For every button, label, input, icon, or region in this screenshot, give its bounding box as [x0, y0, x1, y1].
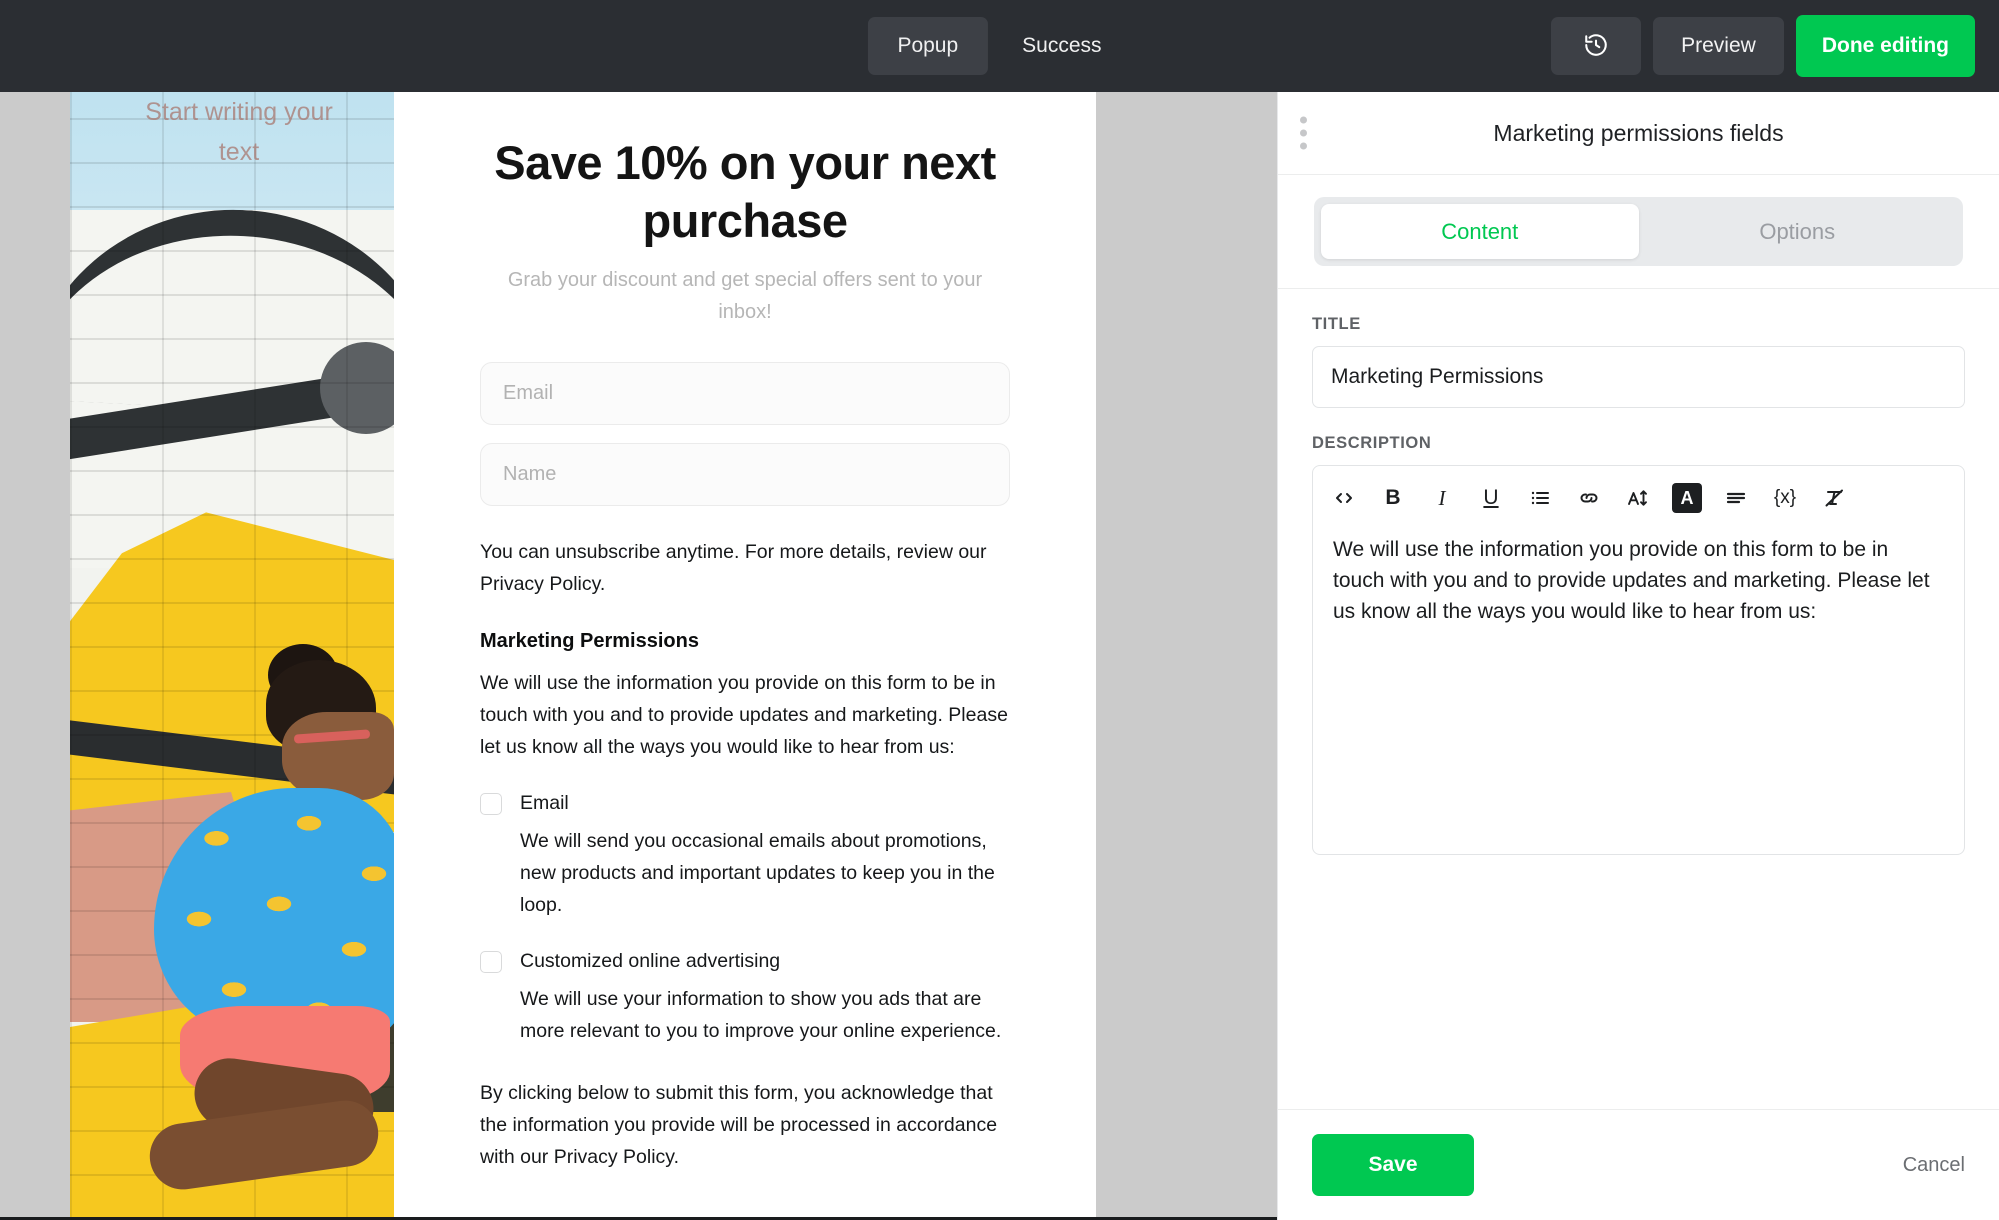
checkbox-email-description: We will send you occasional emails about… [520, 825, 1010, 921]
person-banana-shirt [154, 788, 394, 1040]
popup-form: Save 10% on your next purchase Grab your… [394, 92, 1096, 1220]
popup-hero-image[interactable]: Start writing your text [70, 92, 394, 1220]
save-button[interactable]: Save [1312, 1134, 1474, 1196]
description-rich-text-editor[interactable]: B I U [1312, 465, 1965, 855]
popup-name-input[interactable]: Name [480, 443, 1010, 506]
cancel-button[interactable]: Cancel [1903, 1154, 1965, 1177]
editor-canvas: Start writing your text Save 10% on your… [0, 92, 1277, 1220]
popup-checkbox-row-ads[interactable]: Customized online advertising [480, 947, 1010, 975]
link-icon[interactable] [1566, 476, 1612, 520]
checkbox-customized-advertising-description: We will use your information to show you… [520, 983, 1010, 1047]
panel-tabs: Content Options [1278, 175, 1999, 289]
view-tabs: Popup Success [867, 17, 1131, 75]
underline-icon[interactable]: U [1468, 476, 1514, 520]
source-code-icon[interactable] [1321, 476, 1367, 520]
popup-footer-consent-text: By clicking below to submit this form, y… [480, 1077, 1010, 1173]
rich-text-toolbar: B I U [1313, 466, 1964, 530]
person-face [282, 712, 394, 800]
popup-permissions-intro: We will use the information you provide … [480, 667, 1010, 763]
bullet-list-icon[interactable] [1517, 476, 1563, 520]
history-revert-icon [1583, 32, 1609, 61]
title-field-label: TITLE [1312, 315, 1965, 334]
tab-options[interactable]: Options [1639, 204, 1957, 259]
popup-checkbox-row-email[interactable]: Email [480, 789, 1010, 817]
tab-content[interactable]: Content [1321, 204, 1639, 259]
tab-popup[interactable]: Popup [867, 17, 988, 75]
popup-subheadline[interactable]: Grab your discount and get special offer… [480, 264, 1010, 328]
title-input[interactable]: Marketing Permissions [1312, 346, 1965, 408]
description-editor-content[interactable]: We will use the information you provide … [1313, 530, 1964, 854]
text-color-icon[interactable]: A [1664, 476, 1710, 520]
checkbox-customized-advertising[interactable] [480, 951, 502, 973]
top-actions: Preview Done editing [1551, 15, 1975, 77]
person-leg-lower [146, 1096, 383, 1193]
hero-sky-bricks [70, 92, 394, 212]
popup-permissions-heading[interactable]: Marketing Permissions [480, 630, 1010, 653]
panel-footer: Save Cancel [1278, 1109, 1999, 1220]
popup-preview-card[interactable]: Start writing your text Save 10% on your… [70, 92, 1096, 1220]
popup-email-input[interactable]: Email [480, 362, 1010, 425]
done-editing-button[interactable]: Done editing [1796, 15, 1975, 77]
clear-formatting-icon[interactable] [1811, 476, 1857, 520]
merge-tag-icon[interactable]: {x} [1762, 476, 1808, 520]
tab-success[interactable]: Success [992, 17, 1131, 75]
settings-panel: Marketing permissions fields Content Opt… [1277, 92, 1999, 1220]
checkbox-email-label: Email [520, 789, 569, 817]
popup-headline[interactable]: Save 10% on your next purchase [480, 134, 1010, 250]
top-toolbar: Popup Success Preview Done editing [0, 0, 1999, 92]
bold-icon[interactable]: B [1370, 476, 1416, 520]
panel-drag-handle-icon[interactable] [1300, 117, 1307, 150]
history-revert-button[interactable] [1551, 17, 1641, 75]
font-size-icon[interactable] [1615, 476, 1661, 520]
panel-title: Marketing permissions fields [1493, 120, 1783, 147]
description-field-label: DESCRIPTION [1312, 434, 1965, 453]
popup-unsubscribe-text: You can unsubscribe anytime. For more de… [480, 536, 1010, 600]
preview-button[interactable]: Preview [1653, 17, 1784, 75]
hero-person [159, 660, 394, 1220]
panel-header: Marketing permissions fields [1278, 92, 1999, 175]
italic-icon[interactable]: I [1419, 476, 1465, 520]
panel-body: TITLE Marketing Permissions DESCRIPTION … [1278, 289, 1999, 1109]
checkbox-customized-advertising-label: Customized online advertising [520, 947, 780, 975]
align-icon[interactable] [1713, 476, 1759, 520]
checkbox-email[interactable] [480, 793, 502, 815]
